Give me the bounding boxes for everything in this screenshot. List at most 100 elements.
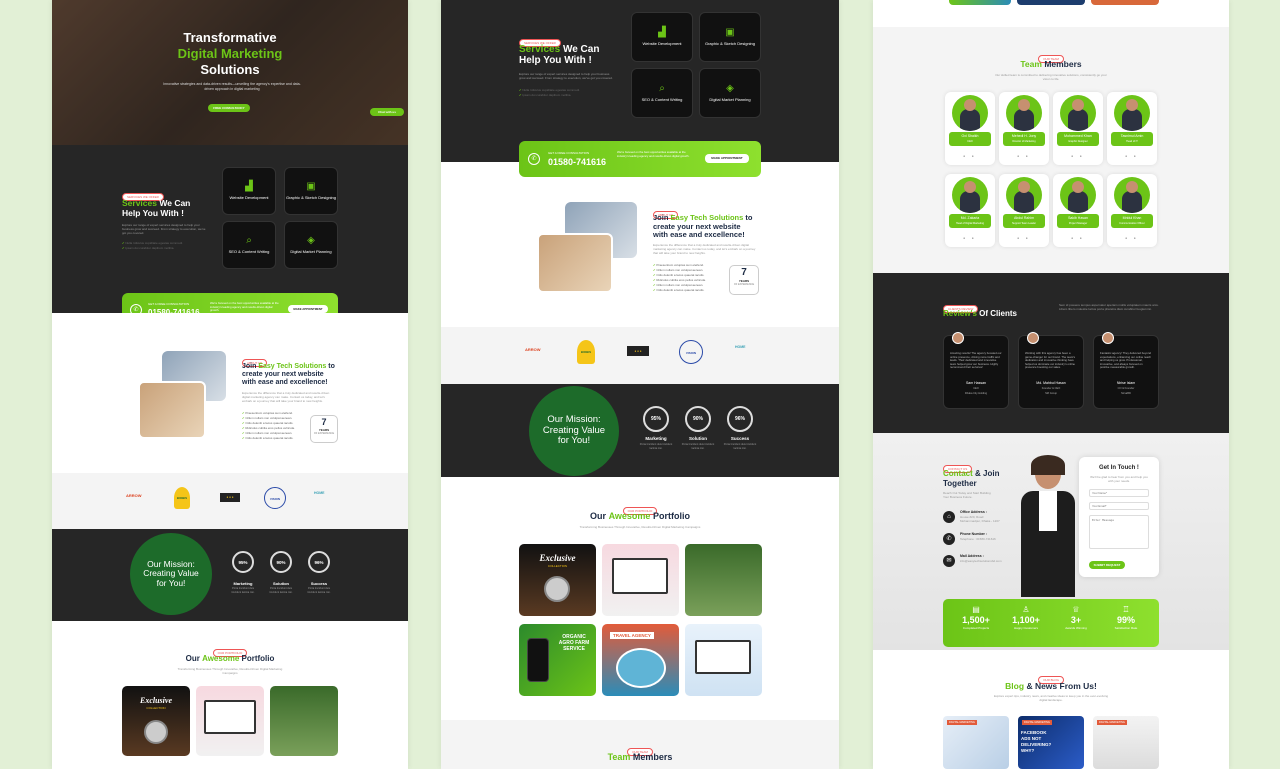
counters-bar: ▤ 1,500+ Completed Projects ♙ 1,100+ Happy C…: [943, 599, 1159, 647]
team-card[interactable]: Mehedi H. Jony Director of Marketing ● ●: [999, 92, 1049, 165]
make-appointment-button[interactable]: MAKE APPOINTMENT: [288, 305, 328, 313]
avatar: [1102, 332, 1114, 344]
portfolio-item-1[interactable]: Exclusive COLLECTION: [122, 686, 190, 756]
name-input[interactable]: [1089, 489, 1149, 497]
contact-section: CONTACT US Contact & Join Together Reach…: [873, 433, 1229, 650]
mission-section: Our Mission: Creating Value for You! 95%…: [52, 529, 408, 621]
service-card-seo[interactable]: ⌕ SEO & Content Writing: [222, 221, 276, 269]
hero-title: Transformative Digital Marketing Solutio…: [177, 30, 283, 77]
team-card[interactable]: Md. Zakaria Head of Digital Marketing ● ●: [945, 174, 995, 247]
message-input[interactable]: [1089, 515, 1149, 549]
portfolio-item-2b[interactable]: [602, 544, 679, 616]
contact-title: Contact & Join Together: [943, 469, 1000, 488]
contact-person-image: [1013, 455, 1083, 597]
blog-card[interactable]: DIGITAL MARKETING: [1093, 716, 1159, 769]
portfolio-section: OUR PORTFOLIO Our Awesome Portfolio Tran…: [52, 621, 408, 769]
mission-title: Our Mission: Creating Value for You!: [130, 533, 212, 615]
service-card-planning[interactable]: ◈ Digital Market Planning: [284, 221, 338, 269]
team-card[interactable]: Oxi Shaikh CEO ● ●: [945, 92, 995, 165]
team-section-2: OUR TEAM Team Members: [441, 720, 839, 769]
chart-icon: ▟: [658, 27, 666, 38]
service-card-graphic-2[interactable]: ▣ Graphic & Sketch Designing: [699, 12, 761, 62]
page-preview-2: SERVICES WE OFFER Services We Can Help Y…: [441, 0, 839, 769]
logo-biobis: BIOBIS: [174, 487, 190, 509]
team-card[interactable]: Sakib Hasan Project Manager ● ●: [1053, 174, 1103, 247]
team-card[interactable]: Mridul Khan Communication Officer ● ●: [1107, 174, 1157, 247]
design-icon: ▣: [725, 27, 735, 38]
seo-icon: ⌕: [246, 235, 252, 246]
social-icons[interactable]: ● ●: [945, 236, 995, 240]
trophy-icon: ♕: [1072, 605, 1080, 614]
team-section: OUR TEAM Team Members Our skilled team i…: [873, 27, 1229, 273]
user-icon: ♙: [1022, 605, 1030, 614]
document-icon: ▤: [972, 605, 980, 614]
portfolio-item-5[interactable]: TRAVEL AGENCY: [602, 624, 679, 696]
portfolio-item-4[interactable]: ORGANIC AGRO FARM SERVICE: [519, 624, 596, 696]
about-section-2: ABOUT US Join Easy Tech Solutions to cre…: [441, 177, 839, 327]
team-card[interactable]: Abdul Rahim Support Team Leader ● ●: [999, 174, 1049, 247]
email-input[interactable]: [1089, 502, 1149, 510]
reviews-section: CLIENTS REVIEW Review's Of Clients Sem i…: [873, 273, 1229, 433]
planning-icon: ◈: [307, 235, 315, 246]
free-consultancy-button[interactable]: FREE CONSULTANCY: [208, 104, 250, 112]
blog-title: Blog & News From Us!: [1005, 681, 1097, 691]
client-logos-2: ARROW BIOBIS ● ● ● VISION HOME: [441, 327, 839, 384]
design-icon: ▣: [306, 181, 316, 192]
team-card[interactable]: Tasnimul Amin Head of IT ● ●: [1107, 92, 1157, 165]
service-card-graphic[interactable]: ▣ Graphic & Sketch Designing: [284, 167, 338, 215]
page-preview-1: Transformative Digital Marketing Solutio…: [52, 0, 408, 769]
counter-awards: ♕ 3+ Awards Winning: [1051, 605, 1101, 630]
phone-icon: ✆: [528, 153, 540, 165]
about-section: ABOUT US Join Easy Tech Solutions to cre…: [52, 313, 408, 473]
social-icons[interactable]: ● ●: [1107, 236, 1157, 240]
chat-with-us-button[interactable]: Chat with us: [370, 108, 404, 116]
review-card: Working with this agency has been a game…: [1018, 332, 1084, 409]
avatar: [1060, 95, 1096, 131]
phone-mockup: [527, 638, 549, 682]
portfolio-item-3b[interactable]: [685, 544, 762, 616]
submit-request-button[interactable]: SUBMIT REQUEST: [1089, 561, 1125, 569]
services-section-2: SERVICES WE OFFER Services We Can Help Y…: [441, 0, 839, 177]
portfolio-item-1b[interactable]: Exclusive COLLECTION: [519, 544, 596, 616]
mail-icon: ✉: [943, 555, 955, 567]
location-icon: ⌂: [943, 511, 955, 523]
portfolio-item-3[interactable]: [270, 686, 338, 756]
service-card-seo-2[interactable]: ⌕ SEO & Content Writing: [631, 68, 693, 118]
service-card-website[interactable]: ▟ Website Development: [222, 167, 276, 215]
seo-icon: ⌕: [659, 83, 665, 94]
logo-vision: VISION: [264, 487, 286, 509]
client-logos: ARROW BIOBIS ● ● ● VISION HOME: [52, 473, 408, 529]
page-preview-3: OUR TEAM Team Members Our skilled team i…: [873, 0, 1229, 769]
chart-icon: ▟: [245, 181, 253, 192]
blog-card[interactable]: DIGITAL MARKETING: [943, 716, 1009, 769]
blog-card[interactable]: DIGITAL MARKETING FACEBOOK ADS NOT DELIV…: [1018, 716, 1084, 769]
social-icons[interactable]: ● ●: [999, 236, 1049, 240]
avatar: [952, 95, 988, 131]
avatar: [1006, 95, 1042, 131]
hero-desc: Innovative strategies and data-driven re…: [163, 82, 301, 91]
services-title: Services We Can Help You With !: [122, 198, 191, 218]
social-icons[interactable]: ● ●: [1107, 154, 1157, 158]
logo-home: HOME: [314, 491, 325, 495]
service-card-website-2[interactable]: ▟ Website Development: [631, 12, 693, 62]
avatar: [1060, 177, 1096, 213]
portfolio-section-2: OUR PORTFOLIO Our Awesome Portfolio Tran…: [441, 477, 839, 720]
team-card[interactable]: Mohammed Khan Graphic Designer ● ●: [1053, 92, 1103, 165]
avatar: [952, 177, 988, 213]
social-icons[interactable]: ● ●: [1053, 236, 1103, 240]
portfolio-item-6[interactable]: [685, 624, 762, 696]
about-title: Join Easy Tech Solutions to create your …: [242, 363, 335, 386]
social-icons[interactable]: ● ●: [999, 154, 1049, 158]
counter-satisfaction: ♖ 99% Satisfaction Rate: [1101, 605, 1151, 630]
review-card: Amazing results! The agency boosted our …: [943, 332, 1009, 409]
laptop-mockup: [204, 700, 256, 734]
service-card-planning-2[interactable]: ◈ Digital Market Planning: [699, 68, 761, 118]
social-icons[interactable]: ● ●: [945, 154, 995, 158]
social-icons[interactable]: ● ●: [1053, 154, 1103, 158]
logo-arrow: ARROW: [126, 493, 142, 498]
about-image-2: [138, 381, 206, 439]
avatar: [1027, 332, 1039, 344]
hero-section: Transformative Digital Marketing Solutio…: [52, 0, 408, 145]
services-section: SERVICES WE OFFER Services We Can Help Y…: [52, 145, 408, 327]
portfolio-item-2[interactable]: [196, 686, 264, 756]
